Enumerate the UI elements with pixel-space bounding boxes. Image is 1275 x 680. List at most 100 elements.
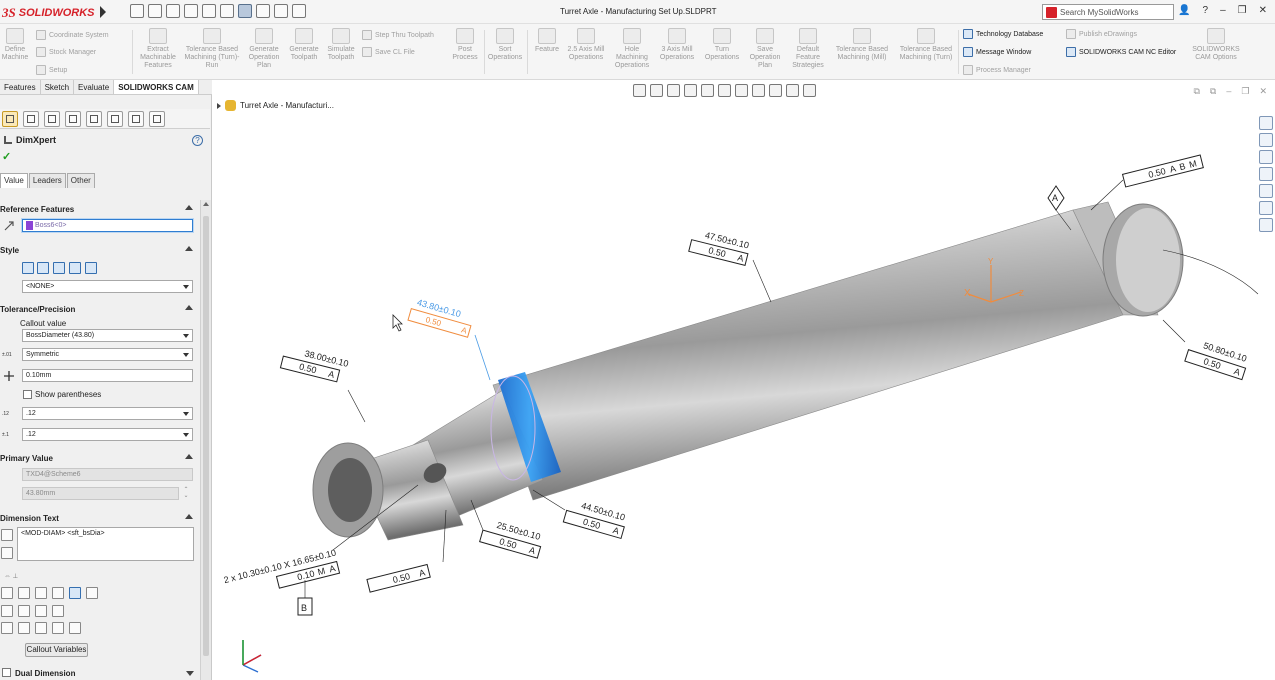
expand-icon[interactable]: [186, 671, 194, 676]
cam-tools-tree-tab-icon[interactable]: [149, 110, 165, 127]
cam-options-button[interactable]: SOLIDWORKS CAM Options: [1188, 28, 1244, 62]
panel-scrollbar[interactable]: [200, 200, 211, 680]
section-primary-value[interactable]: Primary Value: [0, 454, 196, 463]
hole-machining-button[interactable]: Hole Machining Operations: [610, 28, 654, 70]
tab-sketch[interactable]: Sketch: [41, 80, 75, 94]
collapse-icon[interactable]: [185, 205, 193, 210]
feature-manager-tab-icon[interactable]: [23, 110, 39, 127]
section-style[interactable]: Style: [0, 246, 196, 255]
load-style-icon[interactable]: [85, 262, 97, 274]
add-style-icon[interactable]: [37, 262, 49, 274]
section-dual-dimension[interactable]: Dual Dimension: [15, 669, 197, 678]
select-pointer-icon[interactable]: [238, 4, 252, 18]
datum-a-flag[interactable]: A: [1047, 185, 1065, 211]
configuration-manager-tab-icon[interactable]: [65, 110, 81, 127]
generate-toolpath-button[interactable]: Generate Toolpath: [285, 28, 323, 62]
hole-callout[interactable]: 2 x 10.30±0.10 X 16.65±0.10 0.10 M A: [223, 548, 341, 601]
reference-features-list[interactable]: Boss6<0>: [22, 219, 193, 232]
dimension-47-50[interactable]: 47.50±0.10 0.50 A: [688, 227, 751, 266]
undo-icon[interactable]: [220, 4, 234, 18]
dimension-25-50[interactable]: 25.50±0.10 0.50 A: [479, 517, 545, 559]
publish-edrawings-button[interactable]: Publish eDrawings: [1066, 29, 1137, 39]
justify-left-icon[interactable]: [1, 587, 13, 599]
axis-mill-3-button[interactable]: 3 Axis Mill Operations: [655, 28, 699, 62]
save-style-icon[interactable]: [69, 262, 81, 274]
tab-value[interactable]: Value: [0, 173, 28, 188]
depth-symbol-icon[interactable]: [52, 622, 64, 634]
new-document-icon[interactable]: [148, 4, 162, 18]
dimension-text-editor[interactable]: <MOD-DIAM> <sft_bsDia>: [17, 527, 194, 561]
options-gear-icon[interactable]: [292, 4, 306, 18]
section-reference-features[interactable]: Reference Features: [0, 205, 196, 214]
collapse-icon[interactable]: [185, 305, 193, 310]
collapse-icon[interactable]: [185, 454, 193, 459]
stack-tolerance-icon[interactable]: [86, 587, 98, 599]
open-folder-icon[interactable]: [166, 4, 180, 18]
override-value-icon[interactable]: [1, 547, 13, 559]
feature-control-frame-bottom[interactable]: 0.50 A: [366, 563, 431, 593]
process-manager-button[interactable]: Process Manager: [963, 65, 1031, 75]
turn-operations-button[interactable]: Turn Operations: [700, 28, 744, 62]
tbm-turn-run-button[interactable]: Tolerance Based Machining (Turn)- Run: [182, 28, 242, 70]
turret-axle-model[interactable]: [312, 201, 1184, 541]
stock-manager-button[interactable]: Stock Manager: [36, 47, 96, 57]
tolerance-type-select[interactable]: Symmetric: [22, 348, 193, 361]
message-window-button[interactable]: Message Window: [963, 47, 1031, 57]
property-manager-tab-icon[interactable]: [44, 110, 60, 127]
sort-operations-button[interactable]: Sort Operations: [486, 28, 524, 62]
add-value-icon[interactable]: [1, 529, 13, 541]
more-symbols-icon[interactable]: [69, 622, 81, 634]
feature-control-frame-top[interactable]: 0.50 A B M: [1121, 154, 1204, 188]
section-dimension-text[interactable]: Dimension Text: [0, 514, 196, 523]
save-cl-file-button[interactable]: Save CL File: [362, 47, 415, 57]
help-icon[interactable]: ?: [192, 135, 203, 146]
max-variation-input[interactable]: 0.10mm: [22, 369, 193, 382]
home-icon[interactable]: [130, 4, 144, 18]
dimension-38-00[interactable]: 38.00±0.10 0.50 A: [279, 344, 350, 384]
close-icon[interactable]: ✕: [1259, 5, 1267, 16]
save-operation-plan-button[interactable]: Save Operation Plan: [744, 28, 786, 70]
step-thru-toolpath-button[interactable]: Step Thru Toolpath: [362, 30, 434, 40]
stack-text-icon[interactable]: [52, 587, 64, 599]
search-box[interactable]: Search MySolidWorks: [1042, 4, 1174, 20]
collapse-icon[interactable]: [185, 246, 193, 251]
datum-b-flag[interactable]: B: [297, 580, 313, 616]
tolerance-precision-select[interactable]: .12: [22, 428, 193, 441]
centerline-symbol-icon[interactable]: [52, 605, 64, 617]
update-style-icon[interactable]: [53, 262, 65, 274]
restore-icon[interactable]: ❐: [1238, 5, 1247, 16]
dimxpert-manager-tab-icon[interactable]: [2, 110, 18, 127]
print-icon[interactable]: [202, 4, 216, 18]
file-properties-icon[interactable]: [274, 4, 288, 18]
stack-center-icon[interactable]: [69, 587, 81, 599]
show-parentheses-checkbox[interactable]: [23, 390, 32, 399]
square-symbol-icon[interactable]: [1, 622, 13, 634]
dual-dimension-checkbox[interactable]: [2, 668, 11, 677]
tab-evaluate[interactable]: Evaluate: [74, 80, 115, 94]
justify-center-icon[interactable]: [18, 587, 30, 599]
extract-machinable-features-button[interactable]: Extract Machinable Features: [136, 28, 180, 70]
scroll-up-icon[interactable]: [203, 202, 209, 206]
primary-value-spinner-icon[interactable]: ⌃ ⌄: [181, 487, 191, 500]
generate-operation-plan-button[interactable]: Generate Operation Plan: [244, 28, 284, 70]
primary-precision-select[interactable]: .12: [22, 407, 193, 420]
minimize-icon[interactable]: –: [1220, 5, 1226, 16]
style-select[interactable]: <NONE>: [22, 280, 193, 293]
ok-check-icon[interactable]: ✓: [2, 150, 11, 163]
callout-variables-button[interactable]: Callout Variables: [25, 643, 88, 657]
user-icon[interactable]: 👤: [1178, 5, 1190, 16]
tab-features[interactable]: Features: [0, 80, 41, 94]
apply-default-style-icon[interactable]: [22, 262, 34, 274]
cam-nc-editor-button[interactable]: SOLIDWORKS CAM NC Editor: [1066, 47, 1176, 57]
dimension-43-80-selected[interactable]: 43.80±0.10 0.50 A: [407, 296, 474, 338]
feature-button[interactable]: Feature: [531, 28, 563, 54]
callout-value-select[interactable]: BossDiameter (43.80): [22, 329, 193, 342]
help-icon[interactable]: ?: [1203, 5, 1209, 16]
menu-expand-arrow-icon[interactable]: [100, 6, 106, 18]
collapse-icon[interactable]: [185, 514, 193, 519]
degree-symbol-icon[interactable]: [18, 605, 30, 617]
appearance-manager-tab-icon[interactable]: [86, 110, 102, 127]
tab-solidworks-cam[interactable]: SOLIDWORKS CAM: [114, 80, 199, 94]
tab-leaders[interactable]: Leaders: [28, 173, 66, 188]
tab-other[interactable]: Other: [66, 173, 95, 188]
